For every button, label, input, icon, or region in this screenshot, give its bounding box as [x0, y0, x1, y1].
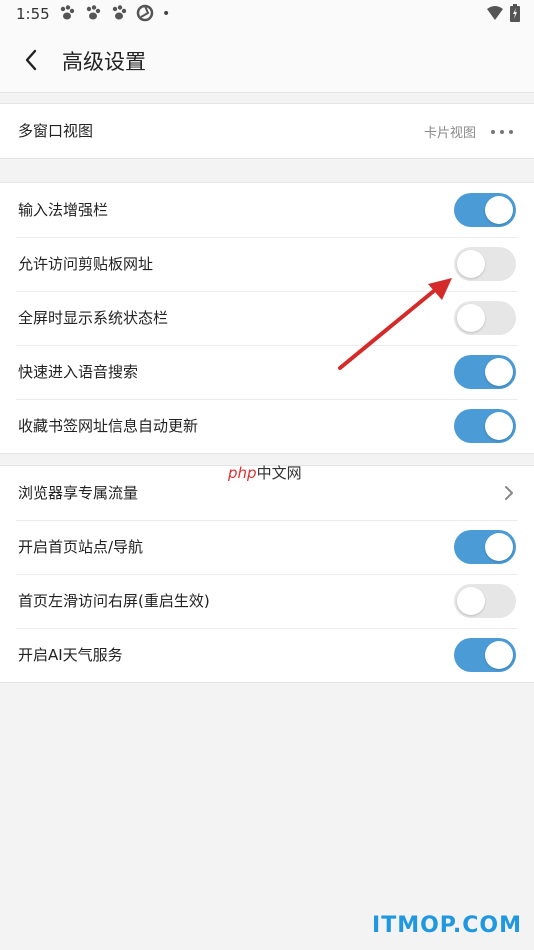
row-label: 浏览器享专属流量	[18, 484, 139, 502]
back-arrow-icon[interactable]	[22, 48, 40, 72]
homepage-nav-row[interactable]: 开启首页站点/导航	[0, 520, 534, 574]
multi-window-view-row[interactable]: 多窗口视图 卡片视图	[0, 104, 534, 158]
row-label: 收藏书签网址信息自动更新	[18, 417, 199, 435]
toggle-knob	[485, 533, 513, 561]
aperture-icon	[136, 4, 154, 22]
paw-icon	[112, 5, 127, 20]
row-label: 多窗口视图	[18, 122, 94, 140]
toggle-knob	[485, 412, 513, 440]
status-bar: 1:55 •	[0, 0, 534, 28]
row-label: 首页左滑访问右屏(重启生效)	[18, 592, 210, 610]
row-label: 全屏时显示系统状态栏	[18, 309, 169, 327]
notification-icons: •	[58, 4, 170, 24]
php-watermark: php中文网	[228, 462, 302, 483]
clipboard-url-toggle[interactable]	[454, 247, 516, 281]
watermark-cn: 中文网	[256, 464, 302, 482]
chevron-right-icon	[505, 486, 513, 500]
row-value: 卡片视图	[423, 126, 476, 141]
input-method-bar-row[interactable]: 输入法增强栏	[0, 183, 534, 237]
more-dots-icon[interactable]	[490, 129, 514, 135]
site-watermark: ITMOP.COM	[372, 913, 522, 938]
row-label: 开启首页站点/导航	[18, 538, 144, 556]
input-method-bar-toggle[interactable]	[454, 193, 516, 227]
row-label: 快速进入语音搜索	[18, 363, 139, 381]
homepage-nav-toggle[interactable]	[454, 530, 516, 564]
annotation-arrow-icon	[338, 278, 452, 370]
page-title: 高级设置	[62, 50, 146, 74]
bookmark-auto-update-toggle[interactable]	[454, 409, 516, 443]
settings-group-window: 多窗口视图 卡片视图	[0, 103, 534, 159]
toggle-knob	[485, 196, 513, 224]
toggle-knob	[457, 304, 485, 332]
battery-icon	[510, 4, 520, 22]
watermark-php: php	[228, 464, 257, 482]
ai-weather-row[interactable]: 开启AI天气服务	[0, 628, 534, 682]
row-label: 允许访问剪贴板网址	[18, 255, 154, 273]
wifi-icon	[487, 6, 503, 20]
status-right	[486, 4, 520, 22]
toggle-knob	[457, 250, 485, 278]
fullscreen-statusbar-toggle[interactable]	[454, 301, 516, 335]
toggle-knob	[457, 587, 485, 615]
more-notifications-dot: •	[162, 6, 171, 22]
row-label: 开启AI天气服务	[18, 646, 123, 664]
swipe-right-screen-toggle[interactable]	[454, 584, 516, 618]
toggle-knob	[485, 358, 513, 386]
app-header: 高级设置	[0, 28, 534, 93]
paw-icon	[60, 5, 75, 20]
row-label: 输入法增强栏	[18, 201, 109, 219]
bookmark-auto-update-row[interactable]: 收藏书签网址信息自动更新	[0, 399, 534, 453]
ai-weather-toggle[interactable]	[454, 638, 516, 672]
settings-group-homepage: 浏览器享专属流量 开启首页站点/导航 首页左滑访问右屏(重启生效) 开启AI天气…	[0, 465, 534, 683]
swipe-right-screen-row[interactable]: 首页左滑访问右屏(重启生效)	[0, 574, 534, 628]
toggle-knob	[485, 641, 513, 669]
status-time: 1:55	[16, 5, 50, 23]
voice-search-toggle[interactable]	[454, 355, 516, 389]
paw-icon	[86, 5, 101, 20]
